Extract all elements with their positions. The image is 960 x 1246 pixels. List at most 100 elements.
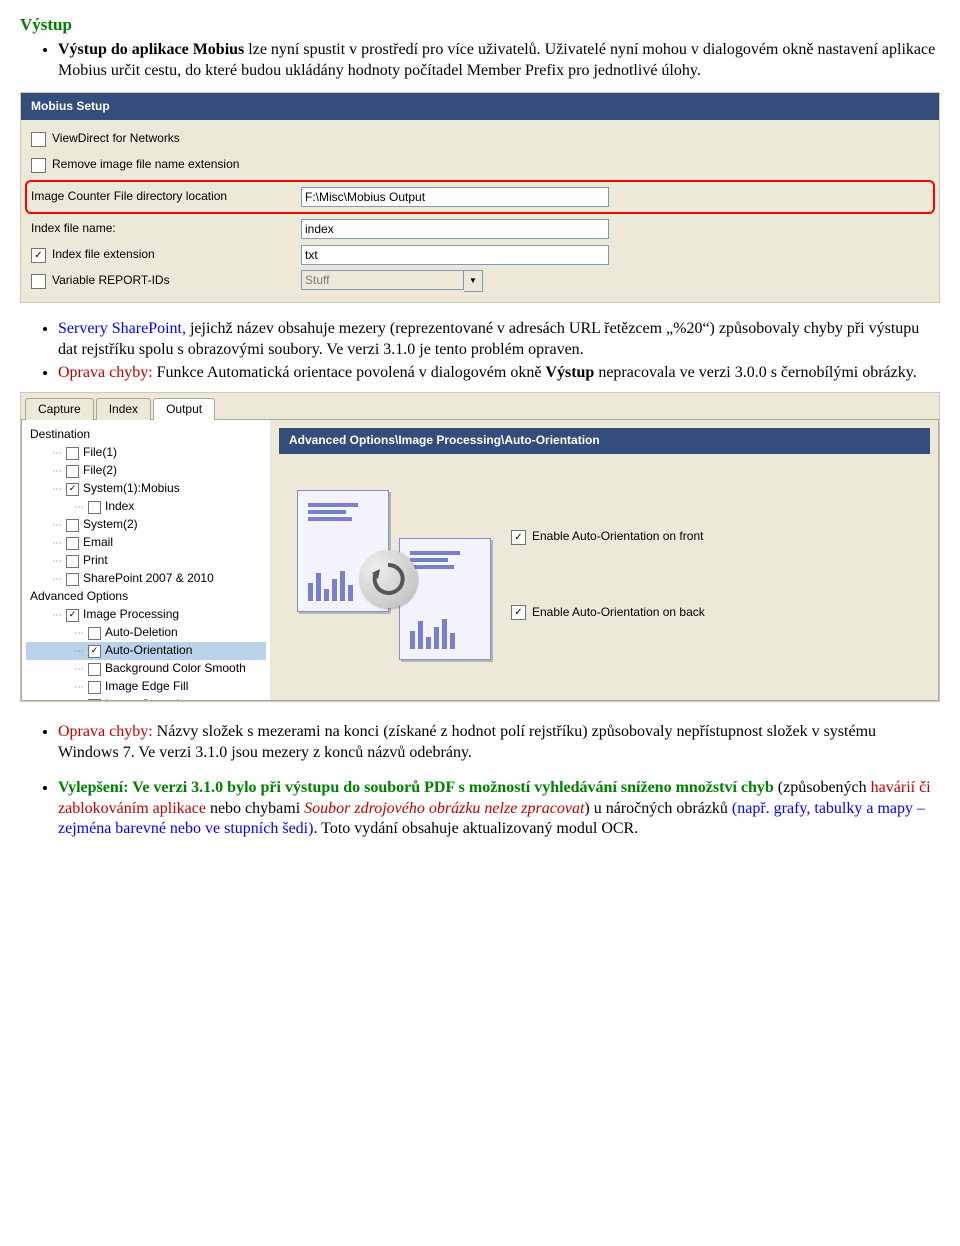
tree-node[interactable]: ⋯✓Auto-Orientation — [26, 642, 266, 660]
bullet-improvement: Vylepšení: Ve verzi 3.1.0 bylo při výstu… — [58, 778, 940, 840]
panel-title: Mobius Setup — [21, 93, 939, 121]
tree-label: Print — [83, 553, 108, 569]
tree-label: Email — [83, 535, 113, 551]
fix-bold: Výstup — [545, 364, 594, 381]
highlighted-row: Image Counter File directory location — [25, 180, 935, 214]
tree-checkbox[interactable]: ✓ — [88, 645, 101, 658]
tree-node[interactable]: ⋯✓System(1):Mobius — [26, 480, 266, 498]
label-index-name: Index file name: — [31, 221, 116, 237]
intro-bold: Výstup do aplikace Mobius — [58, 41, 244, 58]
right-body: ✓ Enable Auto-Orientation on front ✓ Ena… — [271, 462, 938, 700]
rotate-icon — [359, 550, 417, 608]
dropdown-report-ids[interactable] — [301, 270, 464, 290]
tree-node[interactable]: ⋯Auto-Deletion — [26, 624, 266, 642]
tree-checkbox[interactable] — [66, 537, 79, 550]
imp-b4: . Toto vydání obsahuje aktualizovaný mod… — [313, 820, 638, 837]
input-index-name[interactable] — [301, 219, 609, 239]
tree-connector-icon: ⋯ — [52, 483, 62, 496]
tree-label: Index — [105, 499, 134, 515]
output-settings-panel: Capture Index Output Destination⋯File(1)… — [20, 392, 940, 703]
tree-checkbox[interactable] — [88, 501, 101, 514]
bullet-fix-orientation: Oprava chyby: Funkce Automatická orienta… — [58, 363, 940, 384]
tree-node[interactable]: ⋯File(1) — [26, 444, 266, 462]
tree-label: Destination — [30, 427, 90, 443]
label-index-ext: Index file extension — [52, 247, 155, 263]
tree-node[interactable]: ⋯ Background Color Smooth — [26, 660, 266, 678]
tree-checkbox[interactable]: ✓ — [66, 609, 79, 622]
tab-index[interactable]: Index — [96, 398, 151, 421]
tree-label: File(1) — [83, 445, 117, 461]
tree-node[interactable]: ⋯✓Image Processing — [26, 606, 266, 624]
imp-b3: ) u náročných obrázků — [584, 800, 732, 817]
checkbox-index-ext[interactable]: ✓ — [31, 248, 46, 263]
tree-checkbox[interactable] — [66, 465, 79, 478]
tree-connector-icon: ⋯ — [52, 573, 62, 586]
row-counter-dir: Image Counter File directory location — [31, 184, 929, 210]
tab-output[interactable]: Output — [153, 398, 215, 421]
check-back-row: ✓ Enable Auto-Orientation on back — [511, 605, 705, 621]
checkbox-viewdirect[interactable] — [31, 132, 46, 147]
tree-node[interactable]: ⋯System(2) — [26, 516, 266, 534]
tree-connector-icon: ⋯ — [74, 663, 84, 676]
right-pane-title: Advanced Options\Image Processing\Auto-O… — [279, 428, 930, 454]
tree-node[interactable]: Advanced Options — [26, 588, 266, 606]
tabs: Capture Index Output — [21, 393, 939, 420]
tree-node[interactable]: ⋯File(2) — [26, 462, 266, 480]
tree-label: Auto-Orientation — [105, 643, 192, 659]
orientation-checks: ✓ Enable Auto-Orientation on front ✓ Ena… — [511, 529, 705, 620]
tree-checkbox[interactable]: ✓ — [66, 483, 79, 496]
input-index-ext[interactable] — [301, 245, 609, 265]
tree-connector-icon: ⋯ — [52, 609, 62, 622]
right-pane: Advanced Options\Image Processing\Auto-O… — [271, 420, 938, 700]
intro-bullet: Výstup do aplikace Mobius lze nyní spust… — [58, 40, 940, 82]
row-index-ext: ✓ Index file extension — [31, 242, 929, 268]
tree-label: SharePoint 2007 & 2010 — [83, 571, 214, 587]
bullet-sharepoint: Servery SharePoint, jejichž název obsahu… — [58, 319, 940, 361]
tree-label: Advanced Options — [30, 589, 128, 605]
tree-node[interactable]: ⋯Image Stamping — [26, 696, 266, 700]
fix-text2: nepracovala ve verzi 3.0.0 s černobílými… — [594, 364, 916, 381]
intro-list: Výstup do aplikace Mobius lze nyní spust… — [20, 40, 940, 82]
tree-checkbox[interactable] — [66, 573, 79, 586]
folder-text: Názvy složek s mezerami na konci (získan… — [58, 723, 876, 761]
panel-body: ViewDirect for Networks Remove image fil… — [21, 120, 939, 302]
tree: Destination⋯File(1)⋯File(2)⋯✓System(1):M… — [22, 420, 271, 700]
tree-node[interactable]: Destination — [26, 426, 266, 444]
tree-node[interactable]: ⋯ Email — [26, 534, 266, 552]
tree-checkbox[interactable] — [88, 663, 101, 676]
tree-checkbox[interactable] — [88, 627, 101, 640]
tree-checkbox[interactable] — [88, 699, 101, 701]
tree-label: File(2) — [83, 463, 117, 479]
tab-capture[interactable]: Capture — [25, 398, 94, 421]
imp-b1: (způsobených — [774, 779, 871, 796]
checkbox-back[interactable]: ✓ — [511, 605, 526, 620]
section-heading: Výstup — [20, 14, 940, 36]
tree-checkbox[interactable] — [66, 555, 79, 568]
tree-connector-icon: ⋯ — [52, 537, 62, 550]
tree-checkbox[interactable] — [88, 681, 101, 694]
tree-checkbox[interactable] — [66, 519, 79, 532]
improvement-green: Vylepšení: Ve verzi 3.1.0 bylo při výstu… — [58, 779, 774, 796]
label-report-ids: Variable REPORT-IDs — [52, 273, 170, 289]
label-remove-ext: Remove image file name extension — [52, 157, 239, 173]
tree-checkbox[interactable] — [66, 447, 79, 460]
label-counter-dir: Image Counter File directory location — [31, 189, 227, 205]
row-report-ids: Variable REPORT-IDs ▼ — [31, 268, 929, 294]
tree-label: Image Edge Fill — [105, 679, 188, 695]
input-counter-dir[interactable] — [301, 187, 609, 207]
row-viewdirect: ViewDirect for Networks — [31, 126, 929, 152]
tree-label: Image Stamping — [105, 697, 192, 700]
checkbox-report-ids[interactable] — [31, 274, 46, 289]
row-remove-ext: Remove image file name extension — [31, 152, 929, 178]
tree-node[interactable]: ⋯Index — [26, 498, 266, 516]
tree-node[interactable]: ⋯Image Edge Fill — [26, 678, 266, 696]
checkbox-front[interactable]: ✓ — [511, 530, 526, 545]
checkbox-remove-ext[interactable] — [31, 158, 46, 173]
tree-label: System(2) — [83, 517, 138, 533]
tree-node[interactable]: ⋯ SharePoint 2007 & 2010 — [26, 570, 266, 588]
chevron-down-icon[interactable]: ▼ — [464, 270, 483, 292]
mid-list: Servery SharePoint, jejichž název obsahu… — [20, 319, 940, 383]
mobius-setup-panel: Mobius Setup ViewDirect for Networks Rem… — [20, 92, 940, 304]
tree-node[interactable]: ⋯Print — [26, 552, 266, 570]
tree-label: Background Color Smooth — [105, 661, 246, 677]
